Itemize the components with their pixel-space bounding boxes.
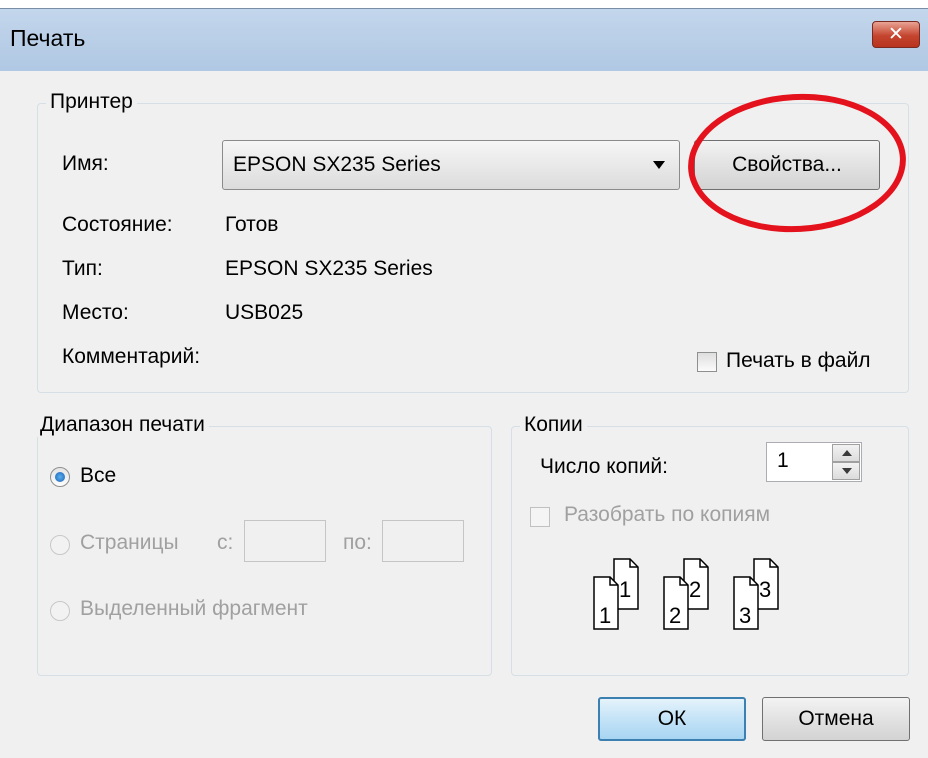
collate-page-front-label: 1 [599, 603, 611, 628]
copies-legend: Копии [520, 413, 587, 437]
spin-down-icon[interactable] [832, 462, 860, 480]
range-to-label: по: [343, 531, 372, 554]
collate-pages-icon: 1 1 2 2 3 3 [593, 558, 779, 630]
collate-checkbox[interactable] [530, 507, 550, 527]
collate-page-back-label: 1 [619, 577, 631, 602]
close-button[interactable]: ✕ [872, 21, 920, 48]
print-dialog: Печать ✕ Принтер Имя: EPSON SX235 Series… [0, 8, 928, 758]
printer-name-value: EPSON SX235 Series [233, 153, 441, 176]
range-all-radio[interactable] [50, 467, 70, 487]
copies-count-value: 1 [777, 449, 789, 472]
print-to-file-label[interactable]: Печать в файл [726, 349, 871, 373]
window-title: Печать [10, 25, 86, 51]
range-selection-radio[interactable] [50, 601, 70, 621]
printer-name-select[interactable]: EPSON SX235 Series [222, 140, 680, 190]
status-label: Состояние: [62, 213, 173, 236]
close-icon: ✕ [888, 23, 904, 45]
location-value: USB025 [225, 301, 304, 324]
spin-up-icon[interactable] [832, 444, 860, 462]
collate-page-back-label: 3 [759, 577, 771, 602]
chevron-down-icon [653, 161, 665, 169]
range-from-label: с: [217, 531, 234, 554]
range-all-label[interactable]: Все [80, 464, 116, 488]
title-bar: Печать ✕ [0, 9, 928, 71]
collate-page-set-2: 2 2 [663, 558, 709, 630]
comment-label: Комментарий: [62, 345, 201, 368]
type-value: EPSON SX235 Series [225, 257, 433, 280]
cancel-button[interactable]: Отмена [762, 697, 910, 741]
range-pages-label[interactable]: Страницы [80, 531, 179, 555]
collate-page-set-3: 3 3 [733, 558, 779, 630]
range-pages-radio[interactable] [50, 535, 70, 555]
type-label: Тип: [62, 257, 103, 280]
printer-name-label: Имя: [62, 152, 109, 175]
status-value: Готов [225, 213, 279, 236]
printer-legend: Принтер [46, 90, 137, 114]
copies-count-label: Число копий: [540, 455, 668, 478]
collate-page-back-label: 2 [689, 577, 701, 602]
collate-page-front-label: 3 [739, 603, 751, 628]
collate-page-front-label: 2 [669, 603, 681, 628]
print-to-file-checkbox[interactable] [697, 352, 717, 372]
collate-page-set-1: 1 1 [593, 558, 639, 630]
copies-spinner[interactable] [832, 444, 860, 480]
range-to-input[interactable] [382, 520, 464, 562]
collate-label[interactable]: Разобрать по копиям [564, 503, 770, 527]
ok-button[interactable]: ОК [598, 697, 746, 741]
location-label: Место: [62, 301, 129, 324]
print-range-legend: Диапазон печати [36, 413, 209, 437]
range-selection-label[interactable]: Выделенный фрагмент [80, 597, 308, 621]
range-from-input[interactable] [244, 520, 326, 562]
